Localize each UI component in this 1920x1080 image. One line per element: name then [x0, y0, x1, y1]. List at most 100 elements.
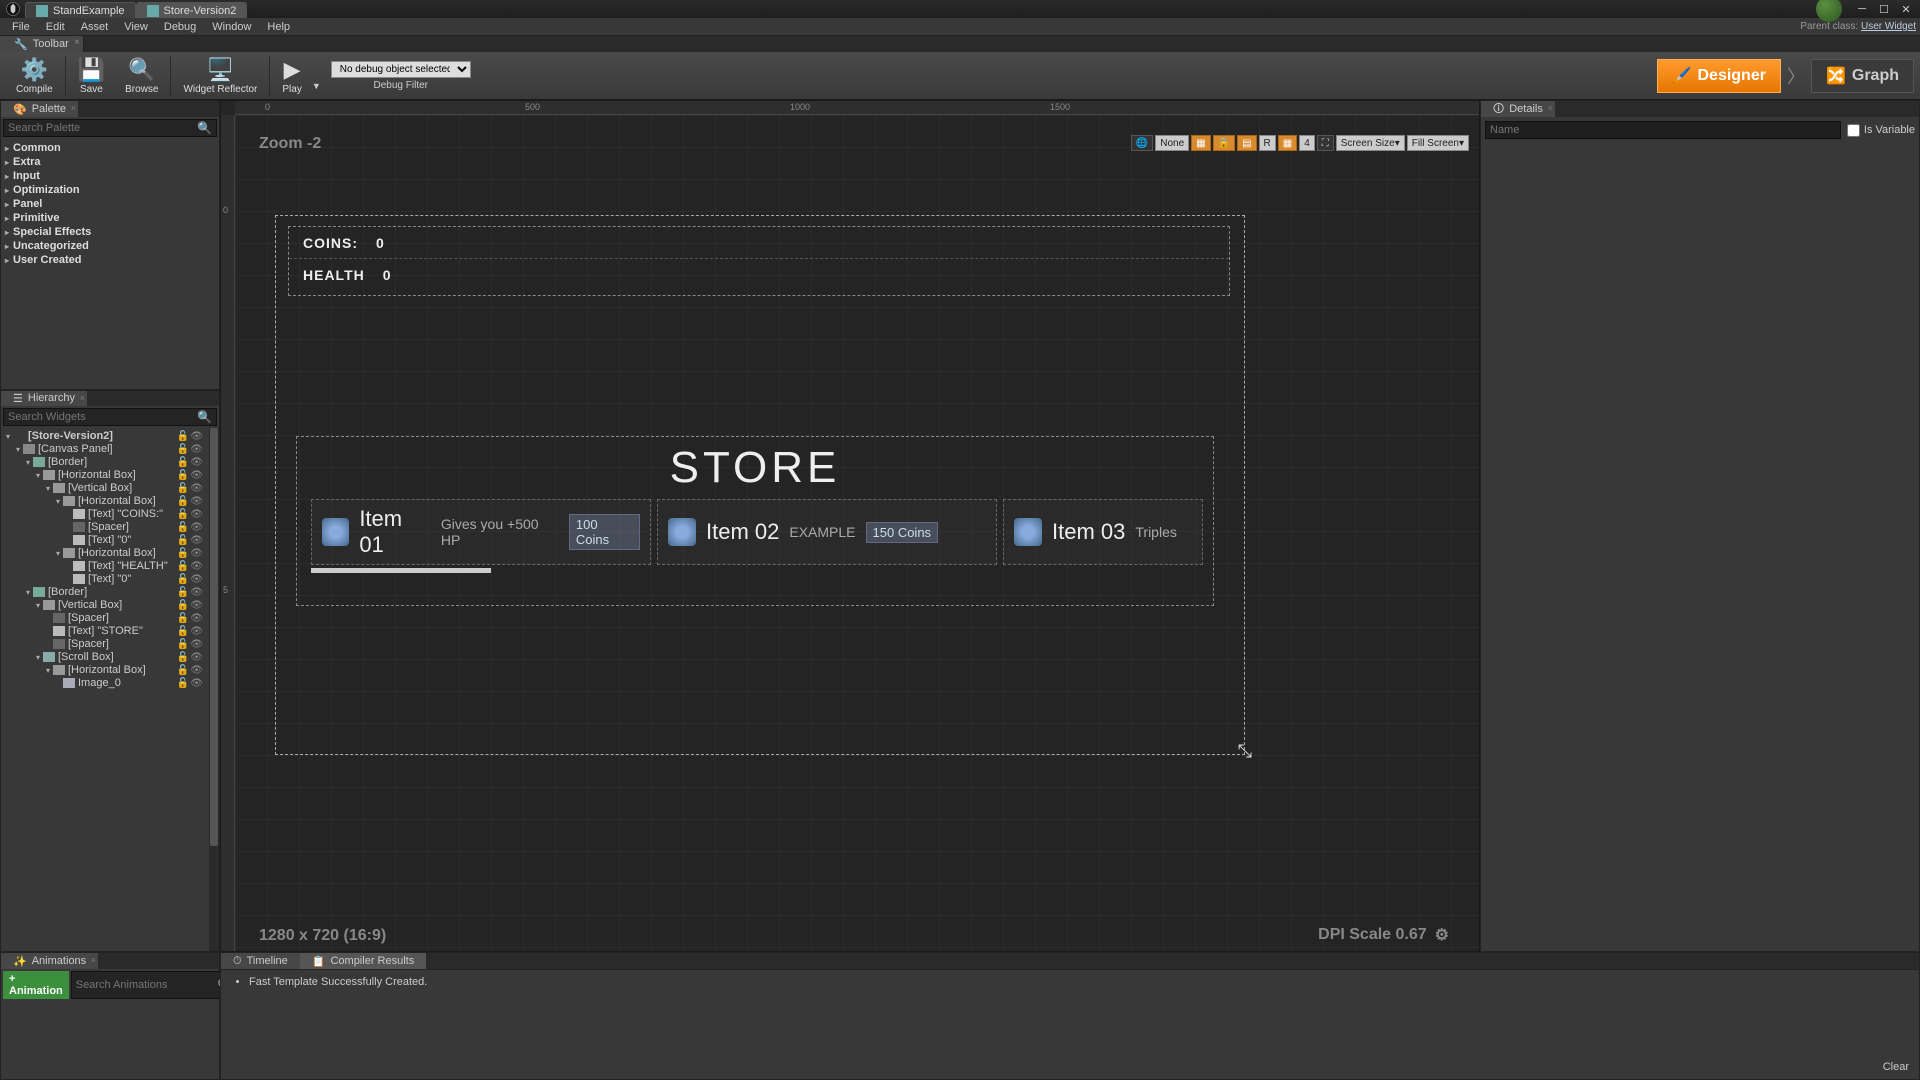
coins-row[interactable]: COINS: 0	[289, 227, 1229, 259]
tree-node[interactable]: ▾[Scroll Box]🔓👁	[3, 651, 217, 664]
scrollbar[interactable]	[209, 428, 219, 951]
play-button[interactable]: ▶ Play	[272, 55, 311, 97]
health-row[interactable]: HEALTH 0	[289, 259, 1229, 291]
eye-icon[interactable]: 👁	[190, 574, 203, 585]
tree-node[interactable]: ▾[Horizontal Box]🔓👁	[3, 664, 217, 677]
palette-category[interactable]: Optimization	[5, 183, 215, 197]
respect-locks-button[interactable]: R	[1259, 135, 1276, 151]
canvas-panel-widget[interactable]: COINS: 0 HEALTH 0 STORE Item 01 Gives yo…	[275, 215, 1245, 755]
unlock-icon[interactable]: 🔓	[177, 444, 189, 455]
menu-view[interactable]: View	[116, 19, 156, 35]
add-animation-button[interactable]: + Animation	[3, 971, 69, 999]
compiler-results-tab[interactable]: 📋 Compiler Results	[300, 953, 426, 969]
tree-node[interactable]: ▾[Vertical Box]🔓👁	[3, 482, 217, 495]
eye-icon[interactable]: 👁	[190, 678, 203, 689]
menu-edit[interactable]: Edit	[38, 19, 73, 35]
widget-name-input[interactable]	[1485, 121, 1841, 139]
unlock-icon[interactable]: 🔓	[177, 470, 189, 481]
unlock-icon[interactable]: 🔓	[177, 626, 189, 637]
unlock-icon[interactable]: 🔓	[177, 483, 189, 494]
tree-node[interactable]: ▾[Horizontal Box]🔓👁	[3, 495, 217, 508]
palette-category[interactable]: Primitive	[5, 211, 215, 225]
tree-node[interactable]: [Text] "0"🔓👁	[3, 534, 217, 547]
eye-icon[interactable]: 👁	[190, 470, 203, 481]
minimize-button[interactable]: ─	[1852, 2, 1872, 16]
toolbar-tab[interactable]: 🔧 Toolbar ×	[0, 36, 84, 52]
timeline-tab[interactable]: ⏱ Timeline	[221, 953, 300, 969]
zoom-fit-button[interactable]: ⛶	[1317, 135, 1334, 151]
unlock-icon[interactable]: 🔓	[177, 548, 189, 559]
maximize-button[interactable]: ☐	[1874, 2, 1894, 16]
unlock-icon[interactable]: 🔓	[177, 457, 189, 468]
eye-icon[interactable]: 👁	[190, 548, 203, 559]
menu-file[interactable]: File	[4, 19, 38, 35]
eye-icon[interactable]: 👁	[190, 457, 203, 468]
eye-icon[interactable]: 👁	[190, 561, 203, 572]
unlock-icon[interactable]: 🔓	[177, 639, 189, 650]
play-dropdown-icon[interactable]: ▼	[312, 81, 321, 91]
tree-node[interactable]: ▾[Horizontal Box]🔓👁	[3, 547, 217, 560]
close-icon[interactable]: ×	[74, 37, 80, 48]
unlock-icon[interactable]: 🔓	[177, 509, 189, 520]
gear-icon[interactable]: ⚙	[1435, 925, 1449, 945]
palette-category[interactable]: Uncategorized	[5, 239, 215, 253]
hierarchy-tab[interactable]: ☰ Hierarchy ×	[1, 391, 87, 406]
eye-icon[interactable]: 👁	[190, 483, 203, 494]
tree-node[interactable]: [Text] "0"🔓👁	[3, 573, 217, 586]
scrollbar-thumb[interactable]	[311, 568, 491, 573]
close-icon[interactable]: ×	[91, 955, 96, 965]
unlock-icon[interactable]: 🔓	[177, 587, 189, 598]
resize-handle-icon[interactable]: ⤡	[1238, 741, 1252, 762]
palette-category[interactable]: Panel	[5, 197, 215, 211]
eye-icon[interactable]: 👁	[190, 639, 203, 650]
store-item[interactable]: Item 03 Triples	[1003, 499, 1203, 565]
eye-icon[interactable]: 👁	[190, 587, 203, 598]
tree-node[interactable]: ▾[Store-Version2]🔓👁	[3, 430, 217, 443]
unlock-icon[interactable]: 🔓	[177, 600, 189, 611]
eye-icon[interactable]: 👁	[190, 509, 203, 520]
widget-reflector-button[interactable]: 🖥️ Widget Reflector	[173, 55, 267, 97]
hierarchy-search-input[interactable]	[8, 411, 197, 423]
palette-category[interactable]: Special Effects	[5, 225, 215, 239]
unlock-icon[interactable]: 🔓	[177, 431, 189, 442]
palette-category[interactable]: Common	[5, 141, 215, 155]
palette-category[interactable]: User Created	[5, 253, 215, 267]
eye-icon[interactable]: 👁	[190, 665, 203, 676]
tree-node[interactable]: ▾[Border]🔓👁	[3, 586, 217, 599]
grid-snap-button[interactable]: ▦	[1278, 135, 1297, 151]
outline-none-button[interactable]: None	[1155, 135, 1189, 151]
palette-search[interactable]: 🔍	[3, 119, 217, 137]
unlock-icon[interactable]: 🔓	[177, 665, 189, 676]
tree-node[interactable]: [Text] "STORE"🔓👁	[3, 625, 217, 638]
menu-window[interactable]: Window	[204, 19, 259, 35]
palette-search-input[interactable]	[8, 122, 197, 134]
details-tab[interactable]: 🛈 Details ×	[1481, 101, 1555, 117]
unlock-icon[interactable]: 🔓	[177, 535, 189, 546]
store-item[interactable]: Item 01 Gives you +500 HP 100 Coins	[311, 499, 651, 565]
compile-button[interactable]: ⚙️ Compile	[6, 55, 63, 97]
screen-size-dropdown[interactable]: Screen Size ▾	[1336, 135, 1405, 151]
unlock-icon[interactable]: 🔓	[177, 613, 189, 624]
designer-mode-button[interactable]: 🖌️ Designer	[1657, 59, 1781, 93]
close-icon[interactable]: ×	[1548, 103, 1553, 113]
eye-icon[interactable]: 👁	[190, 535, 203, 546]
tree-node[interactable]: [Spacer]🔓👁	[3, 612, 217, 625]
debug-object-select[interactable]: No debug object selected	[331, 61, 471, 78]
tree-node[interactable]: [Spacer]🔓👁	[3, 638, 217, 651]
window-tab-0[interactable]: StandExample	[25, 2, 136, 18]
store-border-widget[interactable]: STORE Item 01 Gives you +500 HP 100 Coin…	[296, 436, 1214, 606]
clear-button[interactable]: Clear	[1883, 1061, 1909, 1073]
palette-category[interactable]: Input	[5, 169, 215, 183]
tree-node[interactable]: Image_0🔓👁	[3, 677, 217, 690]
tree-node[interactable]: [Text] "COINS:"🔓👁	[3, 508, 217, 521]
store-scroll-box[interactable]: Item 01 Gives you +500 HP 100 Coins Item…	[297, 499, 1213, 565]
hierarchy-search[interactable]: 🔍	[3, 408, 217, 426]
tree-node[interactable]: [Spacer]🔓👁	[3, 521, 217, 534]
parent-class-link[interactable]: User Widget	[1861, 21, 1916, 32]
graph-mode-button[interactable]: 🔀 Graph	[1811, 59, 1914, 93]
eye-icon[interactable]: 👁	[190, 496, 203, 507]
eye-icon[interactable]: 👁	[190, 626, 203, 637]
close-button[interactable]: ✕	[1896, 2, 1916, 16]
animations-tab[interactable]: ✨ Animations ×	[1, 953, 98, 969]
is-variable-checkbox[interactable]: Is Variable	[1847, 124, 1915, 137]
